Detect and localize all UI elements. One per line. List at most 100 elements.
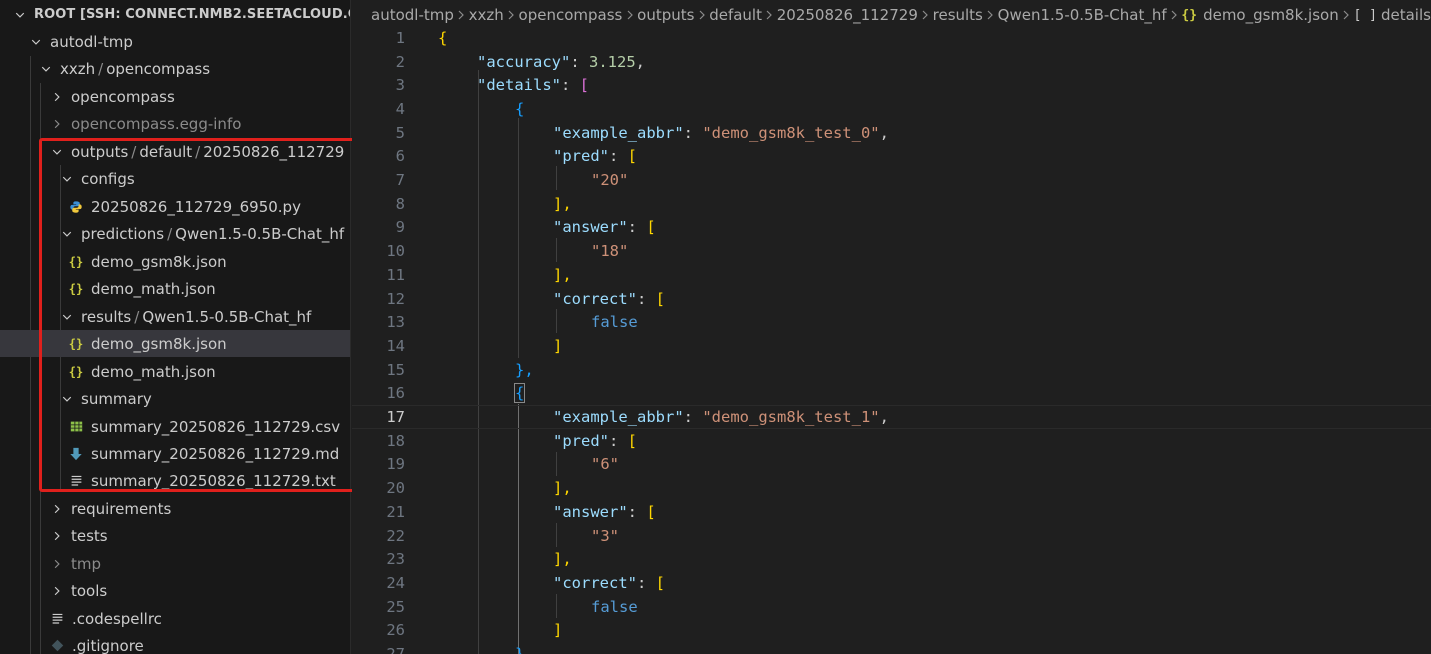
json-key: "accuracy": [477, 52, 571, 71]
tree-folder-opencompass[interactable]: opencompass: [0, 83, 350, 110]
code-line[interactable]: 1{: [352, 26, 1431, 50]
chevron-right-icon: [51, 503, 63, 515]
tree-folder-tools[interactable]: tools: [0, 577, 350, 604]
punctuation: :: [609, 147, 628, 166]
code-line[interactable]: 20],: [352, 476, 1431, 500]
tree-file-summary-md[interactable]: summary_20250826_112729.md: [0, 440, 350, 467]
breadcrumb-item[interactable]: autodl-tmp: [371, 6, 454, 24]
json-key: "correct": [553, 289, 637, 308]
json-key: "pred": [553, 147, 609, 166]
breadcrumb-item[interactable]: 20250826_112729: [777, 6, 918, 24]
json-key: "answer": [553, 502, 628, 521]
bracket: [: [655, 289, 666, 308]
path-segment: 20250826_112729: [203, 142, 345, 161]
tree-folder-configs[interactable]: configs: [0, 165, 350, 192]
tree-folder-requirements[interactable]: requirements: [0, 495, 350, 522]
tree-file-results-demo-gsm8k[interactable]: {} demo_gsm8k.json: [0, 330, 350, 357]
tree-file-codespellrc[interactable]: .codespellrc: [0, 605, 350, 632]
tree-folder-xxzh-opencompass[interactable]: xxzh / opencompass: [0, 55, 350, 82]
json-braces-icon: {}: [68, 364, 84, 379]
tree-folder-predictions[interactable]: predictions / Qwen1.5-0.5B-Chat_hf: [0, 220, 350, 247]
code-line[interactable]: 21 "answer": [: [352, 500, 1431, 524]
breadcrumb-item[interactable]: xxzh: [469, 6, 504, 24]
breadcrumb-item[interactable]: default: [709, 6, 762, 24]
tree-folder-outputs-default[interactable]: outputs / default/20250826_112729: [0, 138, 350, 165]
tree-file-summary-csv[interactable]: summary_20250826_112729.csv: [0, 413, 350, 440]
tree-file-config-py[interactable]: 20250826_112729_6950.py: [0, 193, 350, 220]
bracket: ],: [553, 265, 572, 284]
breadcrumb-item[interactable]: Qwen1.5-0.5B-Chat_hf: [998, 6, 1167, 24]
code-line[interactable]: 16 {: [352, 382, 1431, 406]
tree-folder-tmp[interactable]: tmp: [0, 550, 350, 577]
chevron-right-icon: [694, 10, 709, 20]
tree-folder-tests[interactable]: tests: [0, 522, 350, 549]
code-line[interactable]: 14]: [352, 334, 1431, 358]
punctuation: :: [683, 408, 703, 427]
code-area[interactable]: 1{ 2 "accuracy": 3.125, 3 "details": [ 4{ …: [352, 26, 1431, 654]
breadcrumb-item[interactable]: outputs: [637, 6, 694, 24]
code-line[interactable]: 7 "20": [352, 168, 1431, 192]
path-separator: /: [98, 59, 104, 78]
tree-file-pred-demo-gsm8k[interactable]: {} demo_gsm8k.json: [0, 248, 350, 275]
json-braces-icon: {}: [68, 281, 84, 296]
line-number: 15: [386, 360, 405, 379]
bracket: [: [627, 431, 638, 450]
tree-item-label: opencompass: [71, 87, 175, 106]
tree-folder-autodl-tmp[interactable]: autodl-tmp: [0, 28, 350, 55]
breadcrumb-item-symbol[interactable]: details: [1381, 6, 1431, 24]
chevron-right-icon: [51, 585, 63, 597]
code-line[interactable]: 25 false: [352, 595, 1431, 619]
brace: {: [438, 28, 448, 47]
tree-file-summary-txt[interactable]: summary_20250826_112729.txt: [0, 467, 350, 494]
code-line[interactable]: 18 "pred": [: [352, 429, 1431, 453]
breadcrumb-item[interactable]: results: [933, 6, 983, 24]
tree-file-pred-demo-math[interactable]: {} demo_math.json: [0, 275, 350, 302]
path-separator: /: [167, 224, 173, 243]
code-line[interactable]: 24 "correct": [: [352, 571, 1431, 595]
breadcrumb-item-file[interactable]: demo_gsm8k.json: [1203, 6, 1339, 24]
tree-folder-results[interactable]: results / Qwen1.5-0.5B-Chat_hf: [0, 303, 350, 330]
code-line[interactable]: 23],: [352, 547, 1431, 571]
git-diamond-icon: [49, 638, 65, 654]
tree-item-label: demo_math.json: [91, 279, 216, 298]
breadcrumb-item[interactable]: opencompass: [519, 6, 623, 24]
tree-item-label: predictions / Qwen1.5-0.5B-Chat_hf: [81, 225, 344, 243]
chevron-down-icon: [40, 63, 52, 75]
line-number: 22: [386, 526, 405, 545]
editor-pane[interactable]: autodl-tmp xxzh opencompass outputs defa…: [352, 0, 1431, 654]
tree-item-label: tmp: [71, 554, 102, 573]
tree-folder-summary[interactable]: summary: [0, 385, 350, 412]
code-line[interactable]: 6 "pred": [: [352, 145, 1431, 169]
explorer-sidebar: ROOT [SSH: CONNECT.NMB2.SEETACLOUD.COM] …: [0, 0, 351, 654]
code-line-current[interactable]: 17 "example_abbr": "demo_gsm8k_test_1",: [352, 405, 1431, 429]
line-number: 4: [395, 99, 405, 118]
chevron-right-icon: [51, 118, 63, 130]
path-segment: default: [139, 142, 193, 161]
tree-file-results-demo-math[interactable]: {} demo_math.json: [0, 358, 350, 385]
code-line[interactable]: 26]: [352, 619, 1431, 643]
code-line[interactable]: 22 "3": [352, 524, 1431, 548]
tree-folder-opencompass-egg-info[interactable]: opencompass.egg-info: [0, 110, 350, 137]
line-number: 2: [395, 52, 405, 71]
code-line[interactable]: 19 "6": [352, 453, 1431, 477]
path-segment: Qwen1.5-0.5B-Chat_hf: [142, 307, 312, 326]
markdown-arrow-icon: [68, 446, 84, 462]
code-line[interactable]: 4{: [352, 97, 1431, 121]
code-line[interactable]: 13 false: [352, 310, 1431, 334]
code-line[interactable]: 8],: [352, 192, 1431, 216]
path-segment: opencompass: [106, 59, 211, 78]
json-braces-icon: {}: [68, 254, 84, 269]
code-line[interactable]: 12 "correct": [: [352, 287, 1431, 311]
code-line[interactable]: 27}: [352, 642, 1431, 654]
code-line[interactable]: 2 "accuracy": 3.125,: [352, 50, 1431, 74]
tree-file-gitignore[interactable]: .gitignore: [0, 632, 350, 654]
explorer-root-folder[interactable]: ROOT [SSH: CONNECT.NMB2.SEETACLOUD.COM]: [0, 1, 350, 28]
code-line[interactable]: 3 "details": [: [352, 73, 1431, 97]
tree-item-label: 20250826_112729_6950.py: [91, 197, 301, 216]
code-line[interactable]: 10 "18": [352, 239, 1431, 263]
code-line[interactable]: 11],: [352, 263, 1431, 287]
json-key: "example_abbr": [553, 408, 684, 427]
code-line[interactable]: 9 "answer": [: [352, 216, 1431, 240]
code-line[interactable]: 15},: [352, 358, 1431, 382]
code-line[interactable]: 5 "example_abbr": "demo_gsm8k_test_0",: [352, 121, 1431, 145]
